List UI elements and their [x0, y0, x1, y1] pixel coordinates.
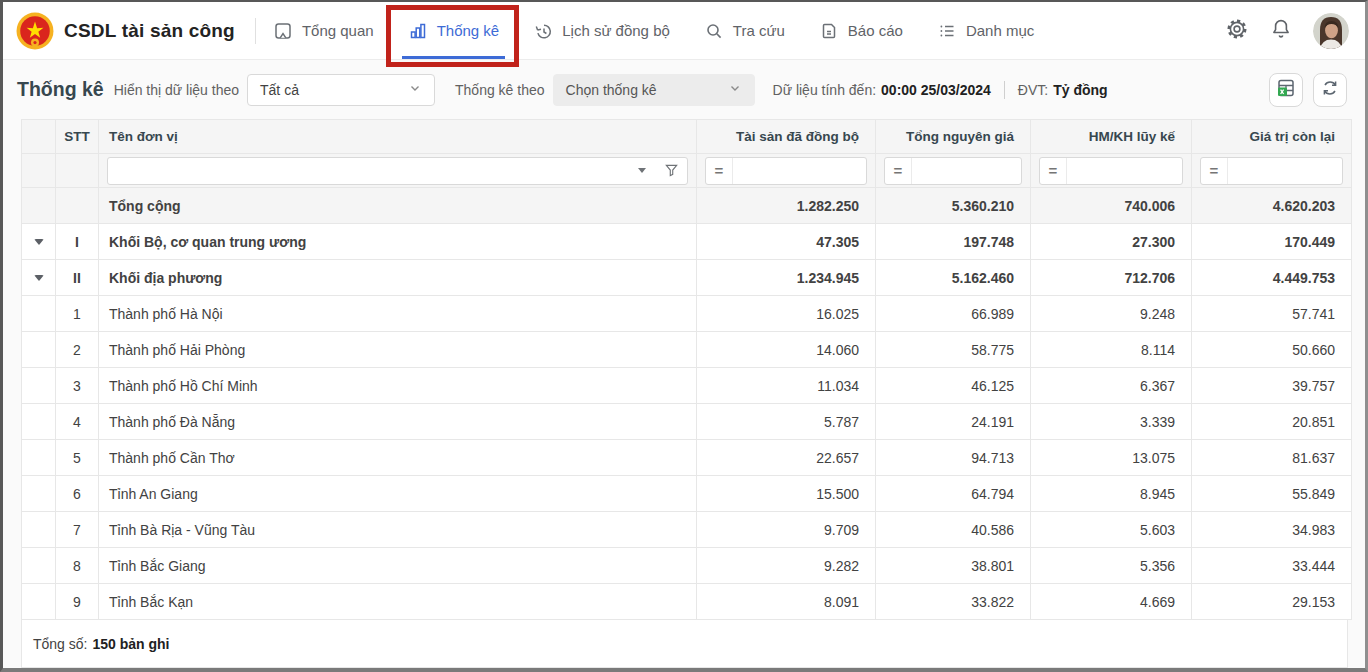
- bar-chart-icon: [408, 21, 428, 41]
- tab-tra-cuu[interactable]: Tra cứu: [687, 2, 802, 59]
- total-value: 150 bản ghi: [92, 636, 169, 652]
- toolbar-buttons: [1269, 73, 1347, 107]
- table-filter-row: = = = =: [22, 154, 1352, 188]
- display-filter-label: Hiển thị dữ liệu theo: [114, 82, 239, 98]
- col-gia-tri-con-lai[interactable]: Giá trị còn lại: [1192, 120, 1352, 154]
- table-row[interactable]: Tổng cộng 1.282.250 5.360.210 740.006 4.…: [22, 188, 1352, 224]
- toolbar: Thống kê Hiển thị dữ liệu theo Tất cả Th…: [3, 60, 1365, 119]
- chevron-down-icon: [408, 81, 422, 98]
- info-divider: [1004, 81, 1005, 99]
- gear-icon: [1225, 17, 1249, 44]
- table-row[interactable]: 8 Tỉnh Bắc Giang 9.282 38.801 5.356 33.4…: [22, 548, 1352, 584]
- remaining-filter-input[interactable]: =: [1200, 157, 1343, 185]
- table-row[interactable]: II Khối địa phương 1.234.945 5.162.460 7…: [22, 260, 1352, 296]
- display-filter-select[interactable]: Tất cả: [247, 74, 435, 106]
- filter-funnel-icon[interactable]: [664, 163, 679, 178]
- col-tong-nguyen-gia[interactable]: Tổng nguyên giá: [876, 120, 1031, 154]
- tab-bao-cao[interactable]: Báo cáo: [802, 2, 920, 59]
- report-icon: [819, 21, 839, 41]
- app-title: CSDL tài sản công: [64, 20, 235, 42]
- tab-thong-ke[interactable]: Thống kê: [391, 2, 517, 59]
- table-row[interactable]: 9 Tỉnh Bắc Kạn 8.091 33.822 4.669 29.153: [22, 584, 1352, 620]
- header-actions: [1225, 13, 1349, 49]
- excel-icon: [1276, 78, 1296, 101]
- avatar[interactable]: [1313, 13, 1349, 49]
- export-excel-button[interactable]: [1269, 73, 1303, 107]
- col-stt[interactable]: STT: [56, 120, 99, 154]
- tab-tong-quan[interactable]: Tổng quan: [256, 2, 391, 59]
- name-filter-input[interactable]: [107, 157, 688, 185]
- accum-filter-input[interactable]: =: [1039, 157, 1183, 185]
- table-row[interactable]: 5 Thành phố Cần Thơ 22.657 94.713 13.075…: [22, 440, 1352, 476]
- table-row[interactable]: 2 Thành phố Hải Phòng 14.060 58.775 8.11…: [22, 332, 1352, 368]
- original-filter-input[interactable]: =: [884, 157, 1022, 185]
- list-icon: [937, 21, 957, 41]
- table-row[interactable]: 4 Thành phố Đà Nẵng 5.787 24.191 3.339 2…: [22, 404, 1352, 440]
- app-logo: [16, 12, 54, 50]
- col-tai-san-da-dong-bo[interactable]: Tài sản đã đồng bộ: [697, 120, 876, 154]
- settings-button[interactable]: [1225, 17, 1249, 44]
- table-row[interactable]: 7 Tỉnh Bà Rịa - Vũng Tàu 9.709 40.586 5.…: [22, 512, 1352, 548]
- table-row[interactable]: 1 Thành phố Hà Nội 16.025 66.989 9.248 5…: [22, 296, 1352, 332]
- history-icon: [533, 21, 553, 41]
- bell-icon: [1269, 17, 1293, 44]
- data-as-of: Dữ liệu tính đến: 00:00 25/03/2024 ĐVT: …: [773, 81, 1108, 99]
- tab-danh-muc[interactable]: Danh mục: [920, 2, 1051, 59]
- filter-caret-icon[interactable]: [638, 168, 646, 173]
- stat-filter-label: Thống kê theo: [455, 82, 545, 98]
- tab-lich-su-dong-bo[interactable]: Lịch sử đồng bộ: [516, 2, 687, 59]
- collapse-icon[interactable]: [34, 275, 44, 281]
- table-row[interactable]: 6 Tỉnh An Giang 15.500 64.794 8.945 55.8…: [22, 476, 1352, 512]
- col-ten-don-vi[interactable]: Tên đơn vị: [99, 120, 697, 154]
- notifications-button[interactable]: [1269, 17, 1293, 44]
- total-label: Tổng số:: [33, 636, 87, 652]
- app-header: CSDL tài sản công Tổng quan: [3, 2, 1365, 60]
- col-hm-kh-luy-ke[interactable]: HM/KH lũy kế: [1031, 120, 1192, 154]
- synced-filter-input[interactable]: =: [705, 157, 867, 185]
- chevron-down-icon: [728, 81, 742, 98]
- table-footer: Tổng số: 150 bản ghi: [21, 620, 1348, 668]
- page-title: Thống kê: [17, 78, 104, 101]
- collapse-icon[interactable]: [34, 239, 44, 245]
- refresh-icon: [1321, 79, 1339, 100]
- table-header-row: STT Tên đơn vị Tài sản đã đồng bộ Tổng n…: [22, 120, 1352, 154]
- table-row[interactable]: 3 Thành phố Hồ Chí Minh 11.034 46.125 6.…: [22, 368, 1352, 404]
- app-window: CSDL tài sản công Tổng quan: [0, 0, 1368, 672]
- main-nav: Tổng quan Thống kê: [256, 2, 1051, 59]
- stat-filter-select[interactable]: Chọn thống kê: [553, 74, 755, 106]
- search-icon: [704, 21, 724, 41]
- overview-icon: [273, 21, 293, 41]
- refresh-button[interactable]: [1313, 73, 1347, 107]
- statistics-table: STT Tên đơn vị Tài sản đã đồng bộ Tổng n…: [3, 119, 1365, 668]
- col-expand: [22, 120, 56, 154]
- table-row[interactable]: I Khối Bộ, cơ quan trung ương 47.305 197…: [22, 224, 1352, 260]
